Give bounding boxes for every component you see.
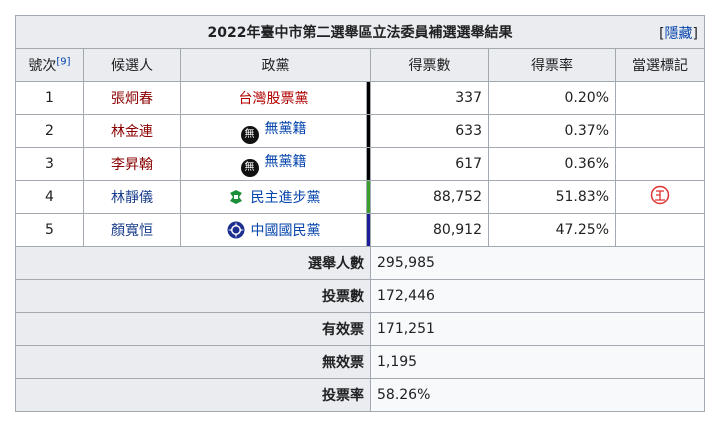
summary-label: 選舉人數: [15, 246, 371, 280]
header-votes: 得票數: [370, 48, 489, 82]
cell-elected: [614, 180, 706, 214]
cell-votes: 617: [370, 147, 489, 181]
independent-icon: 無: [240, 126, 259, 144]
summary-label: 無效票: [15, 345, 371, 379]
cell-party[interactable]: 台灣股票黨: [180, 81, 367, 115]
kmt-icon: [227, 221, 244, 239]
cell-party[interactable]: 無無黨籍: [180, 147, 367, 181]
election-results-table: 2022年臺中市第二選舉區立法委員補選選舉結果 [隱藏] 號次[9] 候選人 政…: [14, 15, 706, 412]
summary-row: 選舉人數 295,985: [15, 246, 706, 280]
summary-value: 171,251: [369, 312, 706, 346]
cell-rate: 0.37%: [488, 114, 616, 148]
table-row: 4 林靜儀 民主進步黨 88,752 51.83%: [15, 180, 706, 214]
cell-number: 1: [15, 81, 84, 115]
cell-elected: [614, 114, 706, 148]
hide-toggle[interactable]: [隱藏]: [659, 23, 698, 43]
cell-rate: 47.25%: [488, 213, 616, 247]
header-rate: 得票率: [488, 48, 616, 82]
table-row: 1 張炯春 台灣股票黨 337 0.20%: [15, 81, 706, 115]
header-elected: 當選標記: [614, 48, 706, 82]
cell-candidate[interactable]: 顏寬恒: [83, 213, 181, 247]
summary-label: 有效票: [15, 312, 371, 346]
summary-label: 投票率: [15, 378, 371, 412]
cell-rate: 51.83%: [488, 180, 616, 214]
summary-row: 無效票 1,195: [15, 345, 706, 379]
cell-party[interactable]: 民主進步黨: [180, 180, 367, 214]
cell-elected: [614, 147, 706, 181]
cell-number: 2: [15, 114, 84, 148]
summary-value: 1,195: [369, 345, 706, 379]
cell-candidate[interactable]: 林靜儀: [83, 180, 181, 214]
dpp-icon: [227, 189, 244, 205]
ref-link[interactable]: [9]: [56, 56, 70, 67]
cell-votes: 80,912: [370, 213, 489, 247]
summary-row: 有效票 171,251: [15, 312, 706, 346]
caption-title: 2022年臺中市第二選舉區立法委員補選選舉結果: [207, 25, 513, 41]
table-row: 2 林金連 無無黨籍 633 0.37%: [15, 114, 706, 148]
cell-number: 3: [15, 147, 84, 181]
summary-value: 295,985: [369, 246, 706, 280]
summary-value: 58.26%: [369, 378, 706, 412]
cell-party[interactable]: 中國國民黨: [180, 213, 367, 247]
summary-row: 投票率 58.26%: [15, 378, 706, 412]
header-candidate: 候選人: [83, 48, 181, 82]
cell-number: 5: [15, 213, 84, 247]
cell-candidate[interactable]: 李昇翰: [83, 147, 181, 181]
cell-votes: 88,752: [370, 180, 489, 214]
cell-candidate[interactable]: 張炯春: [83, 81, 181, 115]
cell-rate: 0.36%: [488, 147, 616, 181]
hide-link[interactable]: 隱藏: [665, 26, 693, 42]
summary-row: 投票數 172,446: [15, 279, 706, 313]
cell-votes: 633: [370, 114, 489, 148]
cell-elected: [614, 81, 706, 115]
header-party: 政黨: [180, 48, 371, 82]
cell-party[interactable]: 無無黨籍: [180, 114, 367, 148]
cell-votes: 337: [370, 81, 489, 115]
cell-rate: 0.20%: [488, 81, 616, 115]
summary-label: 投票數: [15, 279, 371, 313]
independent-icon: 無: [240, 159, 259, 177]
cell-number: 4: [15, 180, 84, 214]
table-row: 3 李昇翰 無無黨籍 617 0.36%: [15, 147, 706, 181]
table-caption: 2022年臺中市第二選舉區立法委員補選選舉結果 [隱藏]: [14, 15, 706, 49]
summary-value: 172,446: [369, 279, 706, 313]
cell-elected: [614, 213, 706, 247]
table-row: 5 顏寬恒 中國國民黨 80,912 47.25%: [15, 213, 706, 247]
elected-mark-icon: [650, 185, 670, 205]
cell-candidate[interactable]: 林金連: [83, 114, 181, 148]
header-number: 號次[9]: [15, 48, 84, 82]
